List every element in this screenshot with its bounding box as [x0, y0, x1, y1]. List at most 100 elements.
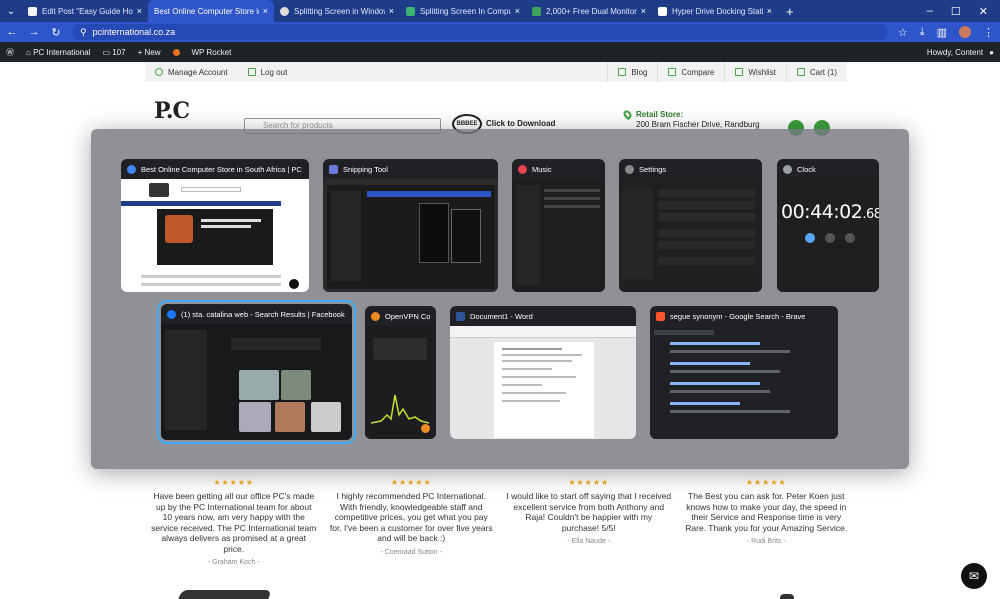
- chrome-icon: [127, 164, 136, 174]
- clock-icon: [783, 164, 792, 174]
- review-author: - Coenraad Sutton -: [380, 548, 442, 556]
- address-bar-row: ← → ↻ ⚲ pcinternational.co.za ☆ ⤓ ▥ ⋮: [0, 22, 1000, 42]
- window-thumbnail-settings[interactable]: Settings: [619, 159, 762, 292]
- window-thumbnail-clock[interactable]: Clock 00:44:02.68: [777, 159, 879, 292]
- review-text: The Best you can ask for. Peter Koen jus…: [685, 491, 848, 533]
- wp-comments[interactable]: ▭ 107: [102, 48, 125, 57]
- status-dot-icon: [172, 48, 180, 56]
- logout-icon: [247, 68, 256, 76]
- window-thumbnail-brave[interactable]: segue synonym - Google Search - Brave: [650, 306, 838, 439]
- settings-gear-icon: [625, 164, 634, 174]
- review-author: - Rudi Brits -: [746, 538, 786, 545]
- cart-icon: [796, 68, 805, 76]
- browser-tab[interactable]: Edit Post "Easy Guide How to Sp ×: [22, 0, 148, 22]
- blog-link[interactable]: Blog: [607, 62, 657, 82]
- pc-international-logo[interactable]: P.C: [154, 98, 234, 132]
- browser-tab-active[interactable]: Best Online Computer Store in ×: [148, 0, 274, 22]
- wp-site-name[interactable]: ⌂ PC International: [26, 48, 90, 57]
- tab-favicon-icon: [280, 6, 289, 16]
- wp-new[interactable]: + New: [138, 48, 161, 57]
- window-thumbnail-word[interactable]: Document1 - Word: [450, 306, 636, 439]
- profile-avatar[interactable]: [959, 26, 971, 38]
- cart-link[interactable]: Cart (1): [785, 62, 847, 82]
- download-icon[interactable]: ⤓: [920, 26, 925, 39]
- review-card: ★★★★★ I would like to start off saying t…: [500, 478, 678, 558]
- review-text: I highly recommended PC International. W…: [329, 491, 493, 543]
- tab-favicon-icon: [532, 6, 541, 16]
- review-author: - Ella Naude -: [567, 538, 611, 545]
- wp-greeting[interactable]: Howdy, Content: [927, 48, 983, 57]
- blog-icon: [618, 68, 627, 76]
- window-thumbnail-music[interactable]: Music: [512, 159, 605, 292]
- task-switcher: Best Online Computer Store in South Afri…: [91, 129, 909, 469]
- browser-tab[interactable]: Hyper Drive Docking Station Fe ×: [652, 0, 778, 22]
- close-tab-icon[interactable]: ×: [515, 6, 520, 16]
- user-icon: ●: [989, 47, 994, 57]
- wordpress-logo-icon[interactable]: Ⓦ: [6, 47, 14, 58]
- logout-link[interactable]: Log out: [238, 62, 298, 82]
- click-to-download-link[interactable]: Click to Download: [486, 119, 555, 128]
- compare-link[interactable]: Compare: [657, 62, 724, 82]
- wp-admin-bar: Ⓦ ⌂ PC International ▭ 107 + New WP Rock…: [0, 42, 1000, 62]
- sidebar-icon[interactable]: ▥: [937, 26, 947, 39]
- manage-account-link[interactable]: Manage Account: [145, 62, 238, 82]
- tab-search-icon[interactable]: ⌄: [0, 0, 22, 22]
- review-card: ★★★★★ I highly recommended PC Internatio…: [323, 478, 501, 558]
- window-controls: – ☐ ✕: [927, 5, 1000, 18]
- chat-mail-icon[interactable]: ✉: [961, 563, 987, 589]
- reset-icon[interactable]: [845, 233, 855, 243]
- window-thumbnail-openvpn[interactable]: OpenVPN Con...: [365, 306, 436, 439]
- rating-stars: ★★★★★: [745, 478, 787, 487]
- review-text: Have been getting all our office PC's ma…: [151, 491, 317, 554]
- close-tab-icon[interactable]: ×: [641, 6, 646, 16]
- url-text: pcinternational.co.za: [92, 27, 176, 37]
- window-thumbnail-snipping-tool[interactable]: Snipping Tool: [323, 159, 498, 292]
- site-header: P.C Search for products BBBEE Click to D…: [150, 94, 850, 136]
- comment-icon: ▭: [102, 47, 113, 57]
- wp-rocket[interactable]: WP Rocket: [192, 48, 232, 57]
- site-info-icon[interactable]: ⚲: [80, 27, 87, 38]
- window-thumbnail-facebook[interactable]: (1) sta. catalina web - Search Results |…: [157, 300, 356, 444]
- browser-tab[interactable]: Splitting Screen in Windows 10 ×: [274, 0, 400, 22]
- close-window-icon[interactable]: ✕: [979, 5, 988, 18]
- vpn-traffic-graph: [371, 394, 429, 424]
- music-icon: [518, 164, 527, 174]
- close-tab-icon[interactable]: ×: [137, 6, 142, 16]
- review-text: I would like to start off saying that I …: [506, 491, 672, 533]
- bookmark-star-icon[interactable]: ☆: [898, 26, 908, 39]
- stopwatch-controls: [805, 233, 855, 243]
- play-icon[interactable]: [805, 233, 815, 243]
- wishlist-link[interactable]: Wishlist: [724, 62, 786, 82]
- close-tab-icon[interactable]: ×: [389, 6, 394, 16]
- review-author: - Graham Koch -: [207, 559, 260, 566]
- maximize-icon[interactable]: ☐: [951, 5, 961, 18]
- forward-icon[interactable]: →: [28, 26, 40, 38]
- edge-icon: [167, 309, 176, 319]
- close-tab-icon[interactable]: ×: [767, 6, 772, 16]
- back-icon[interactable]: ←: [6, 26, 18, 38]
- menu-icon[interactable]: ⋮: [983, 26, 994, 39]
- product-image: [178, 590, 272, 599]
- heart-icon: [735, 68, 744, 76]
- openvpn-icon: [371, 311, 380, 321]
- url-field[interactable]: ⚲ pcinternational.co.za: [72, 24, 888, 40]
- brave-icon: [656, 311, 665, 321]
- browser-tab[interactable]: 2,000+ Free Dual Monitor & M ×: [526, 0, 652, 22]
- close-tab-icon[interactable]: ×: [263, 6, 268, 16]
- rating-stars: ★★★★★: [390, 478, 432, 487]
- site-top-bar: Manage Account Log out Blog Compare Wish…: [145, 62, 847, 82]
- location-pin-icon: [621, 108, 634, 121]
- flag-icon[interactable]: [825, 233, 835, 243]
- minimize-icon[interactable]: –: [927, 5, 933, 18]
- window-thumbnail-browser[interactable]: Best Online Computer Store in South Afri…: [121, 159, 309, 292]
- reload-icon[interactable]: ↻: [50, 26, 62, 39]
- vpn-connection-status: [373, 338, 427, 360]
- browser-tab[interactable]: Splitting Screen In Computer P ×: [400, 0, 526, 22]
- vpn-action-icon[interactable]: [421, 424, 430, 433]
- new-tab-icon[interactable]: +: [786, 4, 794, 19]
- review-card: ★★★★★ Have been getting all our office P…: [145, 478, 323, 566]
- review-card: ★★★★★ The Best you can ask for. Peter Ko…: [678, 478, 856, 558]
- compare-icon: [668, 68, 677, 76]
- tab-favicon-icon: [28, 6, 37, 16]
- tab-favicon-icon: [406, 6, 415, 16]
